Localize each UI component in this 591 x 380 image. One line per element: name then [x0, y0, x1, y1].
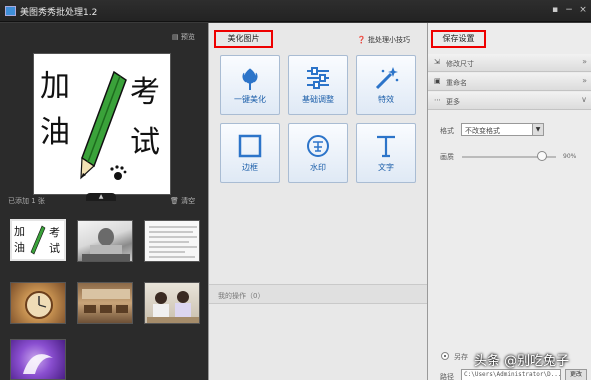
quality-label: 画质: [440, 153, 454, 161]
thumbnail-purple[interactable]: [10, 339, 66, 380]
preview-icon: ▤: [172, 33, 179, 41]
rename-icon: ▣: [434, 77, 441, 85]
section-more[interactable]: ⋯ 更多 ∨: [428, 92, 591, 110]
paw-print-mark: [110, 165, 127, 180]
help-icon: ❓: [357, 36, 366, 44]
section-label: 更多: [446, 98, 460, 106]
section-rename[interactable]: ▣ 重命名 »: [428, 73, 591, 91]
section-label: 修改尺寸: [446, 60, 474, 68]
preview-link-label: 预览: [180, 33, 195, 41]
added-count-label: 已添加 1 张: [8, 197, 45, 205]
watermark-overlay: 头条 @别吃兔子: [474, 354, 570, 369]
tool-label: 边框: [242, 163, 258, 172]
text-icon: [372, 133, 400, 159]
tool-basic-adjust[interactable]: 基础调整: [288, 55, 348, 115]
change-path-button[interactable]: 更改: [565, 369, 587, 380]
title-bar: 美图秀秀批处理1.2 ▪ − ×: [0, 0, 591, 22]
pencil-illustration: [80, 70, 127, 180]
tool-one-click-beautify[interactable]: 一键美化: [220, 55, 280, 115]
thumbnail-classroom[interactable]: [77, 282, 133, 324]
tool-watermark[interactable]: 水印: [288, 123, 348, 183]
clear-list-label: 清空: [181, 197, 196, 205]
tool-label: 特效: [378, 95, 394, 104]
chevron-right-icon: »: [582, 57, 587, 66]
preview-link[interactable]: ▤ 预览: [172, 32, 195, 42]
tool-label: 文字: [378, 163, 394, 172]
thumbnail-document[interactable]: [144, 220, 200, 262]
more-icon: ⋯: [434, 96, 441, 104]
section-label: 重命名: [446, 79, 467, 87]
preview-char-4: 试: [130, 125, 160, 160]
sliders-icon: [304, 65, 332, 91]
quality-value: 90%: [563, 153, 577, 160]
format-label: 格式: [440, 127, 454, 135]
tool-label: 基础调整: [302, 95, 334, 104]
save-as-radio[interactable]: [441, 352, 449, 360]
svg-text:油: 油: [14, 240, 25, 254]
image-list-panel: ▤ 预览 加 油 考 试 ▲ 已添加 1 张 🗑 清空 加 油 考 试: [0, 23, 208, 380]
path-label: 路径: [440, 373, 454, 380]
preview-char-2: 油: [40, 115, 70, 150]
close-button[interactable]: ×: [577, 4, 589, 16]
thumbnail-clock[interactable]: [10, 282, 66, 324]
format-select[interactable]: 不改变格式 ▼: [461, 123, 544, 136]
my-operations-label: 我的操作（0）: [218, 292, 265, 300]
preview-char-3: 考: [130, 75, 160, 110]
thumbnail-child[interactable]: [77, 220, 133, 262]
watermark-icon: [304, 133, 332, 159]
tool-label: 一键美化: [234, 95, 266, 104]
section-resize[interactable]: ⇲ 修改尺寸 »: [428, 54, 591, 72]
save-as-label: 另存: [454, 353, 468, 361]
save-settings-panel: 保存设置 ⇲ 修改尺寸 » ▣ 重命名 » ⋯ 更多 ∨ 格式 不改变格式 ▼ …: [427, 23, 591, 380]
tips-link-label: 批处理小技巧: [367, 36, 410, 44]
svg-text:试: 试: [49, 242, 60, 255]
chevron-right-icon: »: [582, 76, 587, 85]
trash-icon: 🗑: [170, 197, 179, 205]
format-value: 不改变格式: [465, 127, 500, 135]
tool-text[interactable]: 文字: [356, 123, 416, 183]
tool-label: 水印: [310, 163, 326, 172]
preview-artwork: 加 油 考 试: [40, 69, 160, 180]
tulip-icon: [236, 65, 264, 91]
clear-list-button[interactable]: 🗑 清空: [170, 196, 195, 206]
tips-link[interactable]: ❓ 批处理小技巧: [357, 35, 410, 45]
tab-beautify[interactable]: 美化图片: [214, 30, 273, 48]
quality-slider-thumb[interactable]: [536, 151, 547, 161]
skin-button[interactable]: ▪: [549, 4, 561, 16]
tab-save-settings[interactable]: 保存设置: [431, 30, 486, 48]
thumbnail-poster[interactable]: 加 油 考 试: [10, 219, 66, 261]
beautify-panel: 美化图片 ❓ 批处理小技巧 一键美化 基础调整 特效 边框 水印 文字 我的操作…: [208, 23, 428, 380]
frame-icon: [236, 133, 264, 159]
svg-text:考: 考: [49, 226, 60, 239]
svg-text:加: 加: [14, 225, 25, 238]
chevron-down-icon: ▼: [532, 124, 543, 135]
thumbnail-students[interactable]: [144, 282, 200, 324]
magic-wand-icon: [372, 65, 400, 91]
app-icon: [5, 6, 16, 16]
preview-image: 加 油 考 试: [33, 53, 171, 195]
minimize-button[interactable]: −: [563, 4, 575, 16]
resize-icon: ⇲: [434, 58, 440, 66]
chevron-down-icon: ∨: [581, 95, 587, 104]
window-title: 美图秀秀批处理1.2: [20, 8, 98, 18]
my-operations-bar[interactable]: 我的操作（0）: [209, 284, 428, 304]
tool-effects[interactable]: 特效: [356, 55, 416, 115]
path-input[interactable]: C:\Users\Administrator\D...: [461, 369, 561, 380]
collapse-preview-button[interactable]: ▲: [86, 193, 116, 201]
tool-frame[interactable]: 边框: [220, 123, 280, 183]
preview-char-1: 加: [40, 69, 70, 104]
